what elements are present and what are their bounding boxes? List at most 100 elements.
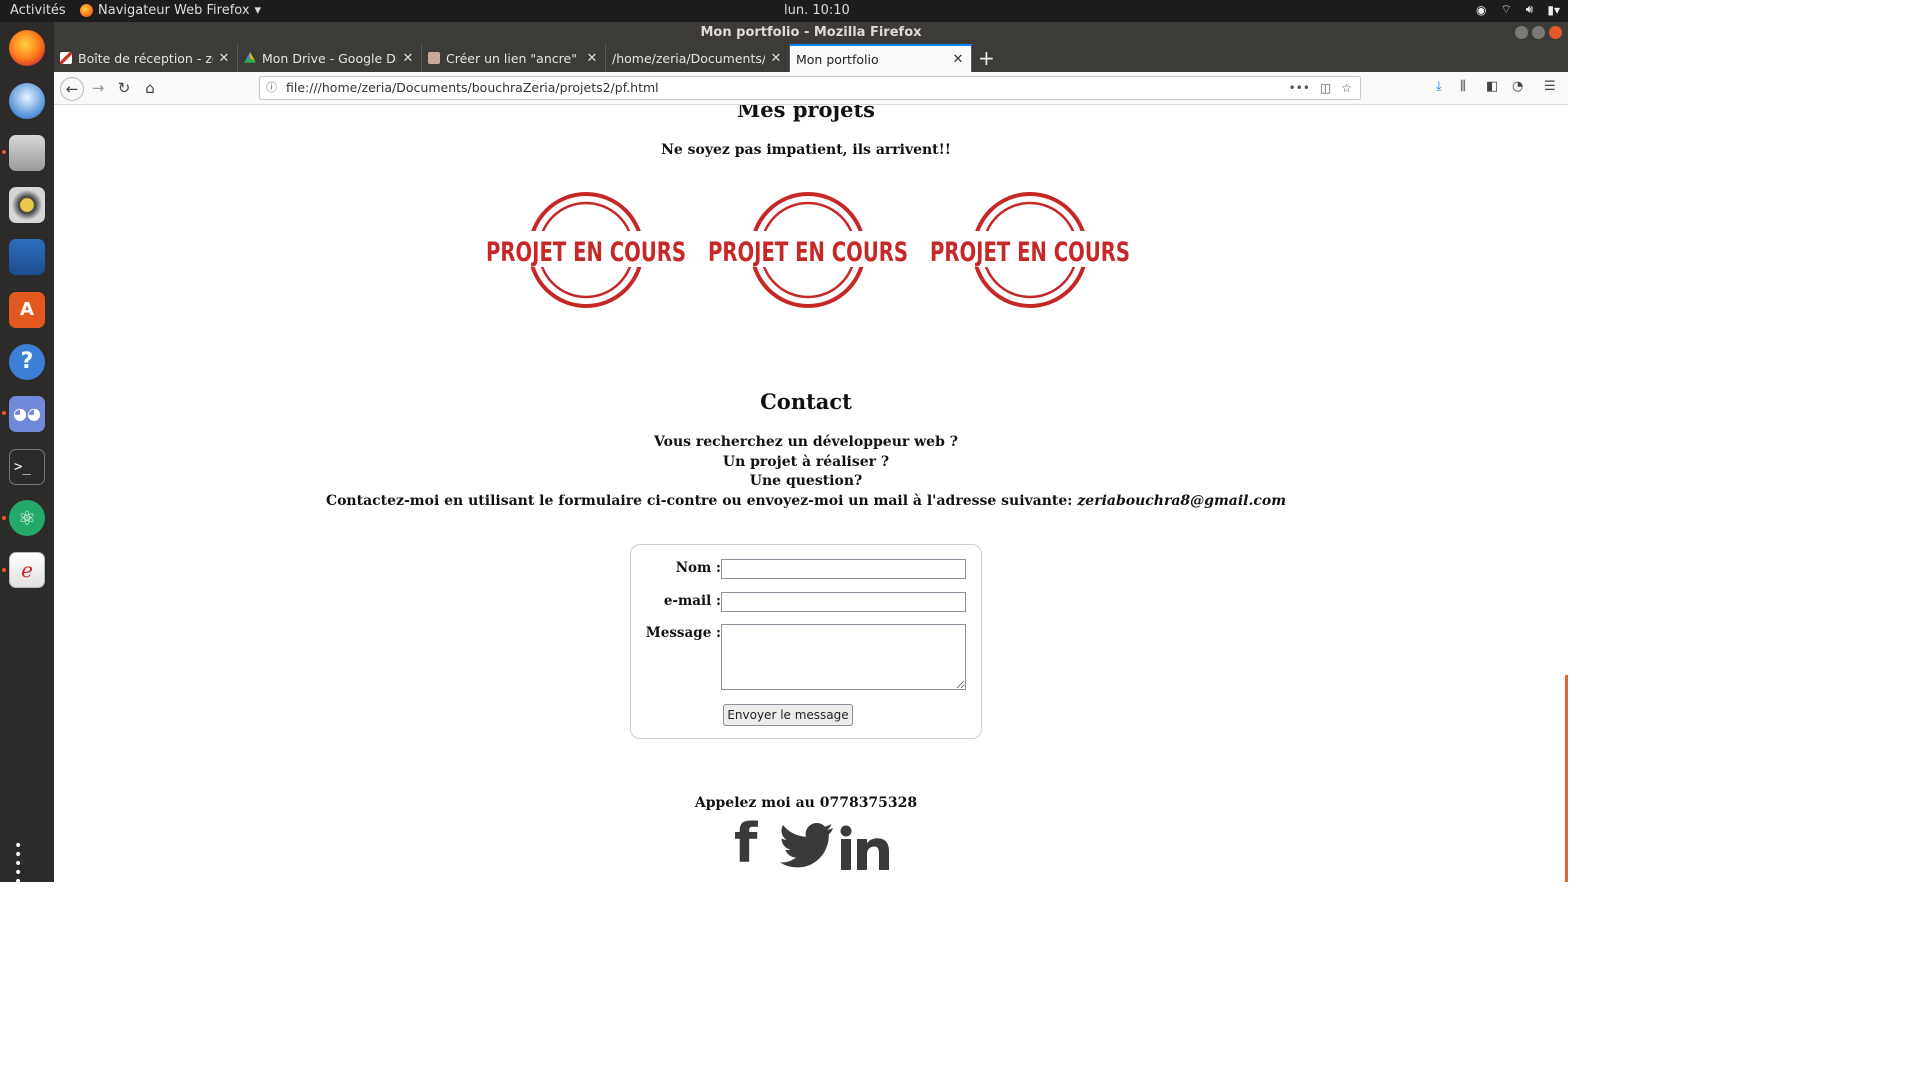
contact-form: Nom : e-mail : Message : Envoyer le mess… [630, 544, 982, 739]
clock[interactable]: lun. 10:10 [784, 3, 850, 18]
thunderbird-icon[interactable] [9, 83, 45, 119]
library-icon[interactable]: ⫼ [1460, 79, 1466, 94]
stamp-text: PROJET EN COURS [708, 237, 908, 268]
tab-label: Mon portfolio [796, 51, 879, 67]
message-field[interactable] [721, 624, 966, 690]
navigation-toolbar: ← → ↻ ⌂ ⓘ file:///home/zeria/Documents/b… [54, 72, 1568, 105]
facebook-icon[interactable]: f [734, 817, 758, 871]
tab-label: Mon Drive - Google Drive [262, 50, 397, 66]
menu-icon[interactable]: ☰ [1544, 79, 1556, 94]
discord-tray-icon[interactable]: ◉ [1476, 3, 1486, 17]
running-indicator [2, 411, 6, 415]
address-bar[interactable]: ⓘ file:///home/zeria/Documents/bouchraZe… [259, 76, 1361, 100]
window-title-bar: Mon portfolio - Mozilla Firefox [54, 22, 1568, 44]
activities-button[interactable]: Activités [10, 3, 66, 18]
document-viewer-icon[interactable]: ℯ [9, 552, 45, 588]
email-address: zeriabouchra8@gmail.com [1077, 492, 1287, 509]
contact-line: Contactez-moi en utilisant le formulaire… [325, 492, 1073, 509]
message-label: Message : [645, 625, 721, 641]
close-window-button[interactable] [1549, 26, 1562, 39]
google-drive-icon [244, 52, 256, 63]
running-indicator [2, 150, 6, 154]
page-scrollbar[interactable] [1565, 675, 1568, 882]
running-indicator [2, 568, 6, 572]
tab-label: Boîte de réception - zeria [78, 50, 213, 66]
close-tab-icon[interactable]: ✕ [217, 51, 231, 66]
tab-label: /home/zeria/Documents/bo [612, 50, 765, 66]
email-field[interactable] [721, 592, 966, 612]
close-tab-icon[interactable]: ✕ [585, 51, 599, 66]
close-tab-icon[interactable]: ✕ [769, 51, 783, 66]
tab-gmail[interactable]: Boîte de réception - zeria ✕ [54, 44, 238, 72]
system-top-bar: Activités Navigateur Web Firefox ▾ lun. … [0, 0, 1568, 22]
contact-heading: Contact [760, 389, 852, 414]
account-icon[interactable]: ◔ [1512, 79, 1523, 94]
wifi-icon: ⌔ [1500, 2, 1512, 16]
terminal-icon[interactable]: >_ [9, 449, 45, 485]
minimize-button[interactable] [1515, 26, 1528, 39]
bookmark-star-icon[interactable]: ☆ [1341, 77, 1352, 99]
new-tab-button[interactable]: + [978, 46, 995, 70]
app-menu[interactable]: Navigateur Web Firefox ▾ [80, 3, 261, 18]
stamp-text: PROJET EN COURS [486, 237, 686, 268]
send-message-button[interactable]: Envoyer le message [723, 704, 853, 726]
phone-text: Appelez moi au 0778375328 [694, 795, 918, 811]
close-tab-icon[interactable]: ✕ [951, 52, 965, 67]
project-in-progress-stamp: PROJET EN COURS [706, 191, 911, 309]
back-button[interactable]: ← [60, 77, 84, 101]
tab-google-drive[interactable]: Mon Drive - Google Drive ✕ [238, 44, 422, 72]
firefox-icon[interactable] [9, 30, 45, 66]
window-title: Mon portfolio - Mozilla Firefox [700, 25, 922, 40]
name-field[interactable] [721, 559, 966, 579]
project-in-progress-stamp: PROJET EN COURS [484, 191, 689, 309]
tab-local-folder[interactable]: /home/zeria/Documents/bo ✕ [606, 44, 790, 72]
sidebar-icon[interactable]: ◧ [1486, 79, 1498, 94]
projects-section: Mes projets [54, 105, 1558, 122]
contact-line: Un projet à réaliser ? [722, 453, 890, 470]
projects-heading: Mes projets [737, 105, 875, 122]
tab-strip: Boîte de réception - zeria ✕ Mon Drive -… [54, 44, 1568, 72]
contact-line: Une question? [749, 473, 863, 489]
project-in-progress-stamp: PROJET EN COURS [928, 191, 1133, 309]
writer-icon[interactable] [9, 239, 45, 275]
gmail-icon [60, 52, 72, 64]
forward-button[interactable]: → [88, 78, 108, 98]
running-indicator [2, 516, 6, 520]
maximize-button[interactable] [1532, 26, 1545, 39]
help-icon[interactable]: ? [9, 344, 45, 380]
site-info-icon[interactable]: ⓘ [266, 77, 277, 99]
projects-subtitle: Ne soyez pas impatient, ils arrivent!! [661, 142, 951, 158]
page-actions-icon[interactable]: ••• [1289, 77, 1310, 99]
software-center-icon[interactable]: A [9, 292, 45, 328]
tab-mon-portfolio[interactable]: Mon portfolio ✕ [790, 44, 972, 72]
contact-line: Vous recherchez un développeur web ? [654, 434, 958, 450]
twitter-icon[interactable] [780, 823, 834, 873]
app-menu-label: Navigateur Web Firefox [98, 3, 250, 18]
firefox-icon [80, 4, 93, 17]
name-label: Nom : [675, 560, 721, 576]
contact-section: Contact [54, 389, 1558, 414]
pocket-icon[interactable]: ◫ [1320, 77, 1331, 99]
dock: A ? ◕◕ >_ ⚛ ℯ • • • • • • • • • [0, 22, 54, 925]
rhythmbox-icon[interactable] [9, 187, 45, 223]
chevron-down-icon: ▾ [254, 3, 262, 18]
tab-label: Créer un lien "ancre" au s [446, 50, 581, 66]
contact-text: Vous recherchez un développeur web ? Un … [54, 433, 1558, 511]
close-tab-icon[interactable]: ✕ [401, 51, 415, 66]
tab-anchor-link[interactable]: Créer un lien "ancre" au s ✕ [422, 44, 606, 72]
downloads-icon[interactable]: ⤓ [1436, 79, 1442, 94]
discord-icon[interactable]: ◕◕ [9, 396, 45, 432]
home-button[interactable]: ⌂ [140, 78, 160, 98]
volume-icon: 🔊︎ [1525, 2, 1534, 16]
atom-icon[interactable]: ⚛ [9, 500, 45, 536]
contact-line-email: Contactez-moi en utilisant le formulaire… [54, 492, 1558, 512]
system-tray[interactable]: ◉ ⌔ 🔊︎ ▮▾ [1476, 2, 1560, 17]
show-applications-icon[interactable]: • • • • • • • • • [14, 839, 40, 925]
linkedin-icon[interactable] [840, 825, 890, 875]
reload-button[interactable]: ↻ [114, 78, 134, 98]
files-icon[interactable] [9, 135, 45, 171]
battery-icon: ▮▾ [1547, 2, 1560, 17]
url-text[interactable]: file:///home/zeria/Documents/bouchraZeri… [286, 77, 659, 99]
stamp-text: PROJET EN COURS [930, 237, 1130, 268]
email-label: e-mail : [663, 593, 721, 609]
